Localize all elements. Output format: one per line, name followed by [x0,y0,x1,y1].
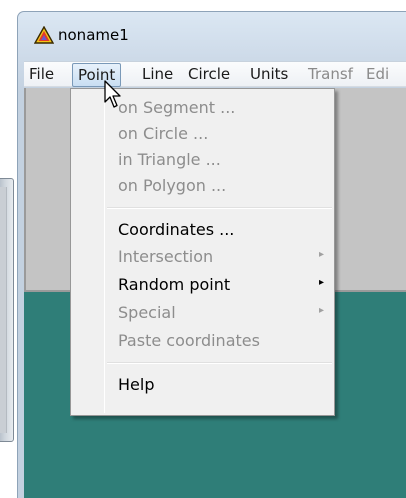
point-dropdown-menu: on Segment ... on Circle ... in Triangle… [70,88,335,416]
menu-transf[interactable]: Transf [303,62,358,86]
menu-circle[interactable]: Circle [183,62,235,86]
menu-item-on-polygon[interactable]: on Polygon ... [73,174,332,200]
submenu-arrow-icon: ▸ [319,277,325,288]
menu-item-label: Coordinates ... [118,220,235,239]
menu-item-label: Help [118,375,155,394]
menu-item-label: Paste coordinates [118,331,260,350]
menu-edit[interactable]: Edi [361,62,394,86]
menu-separator [107,207,332,209]
menu-item-label: in Triangle ... [118,150,221,169]
triangle-app-icon [34,26,54,44]
menu-item-label: on Circle ... [118,124,209,143]
menu-item-intersection[interactable]: Intersection ▸ [73,245,332,271]
menu-item-random-point[interactable]: Random point ▸ [73,273,332,299]
title-bar[interactable]: noname1 [18,12,406,58]
menu-item-label: on Segment ... [118,98,236,117]
mouse-pointer-icon [104,80,121,108]
menu-separator [107,362,332,364]
menu-item-in-triangle[interactable]: in Triangle ... [73,148,332,174]
menu-item-special[interactable]: Special ▸ [73,301,332,327]
screen: noname1 File Point Line Circle Units Tra… [0,0,406,498]
menu-item-paste-coordinates[interactable]: Paste coordinates [73,329,332,355]
menu-item-label: on Polygon ... [118,176,227,195]
menu-units[interactable]: Units [245,62,293,86]
menu-bar: File Point Line Circle Units Transf Edi [24,61,406,87]
submenu-arrow-icon: ▸ [319,249,325,260]
menu-item-coordinates[interactable]: Coordinates ... [73,218,332,244]
menu-item-label: Intersection [118,247,214,266]
background-window-frame [0,187,7,433]
background-window-edge[interactable] [0,178,14,442]
window-title: noname1 [58,26,129,44]
menu-item-on-circle[interactable]: on Circle ... [73,122,332,148]
submenu-arrow-icon: ▸ [319,305,325,316]
menu-file[interactable]: File [24,62,59,86]
menu-item-label: Random point [118,275,231,294]
menu-item-label: Special [118,303,176,322]
menu-line[interactable]: Line [137,62,178,86]
menu-item-help[interactable]: Help [73,373,332,399]
